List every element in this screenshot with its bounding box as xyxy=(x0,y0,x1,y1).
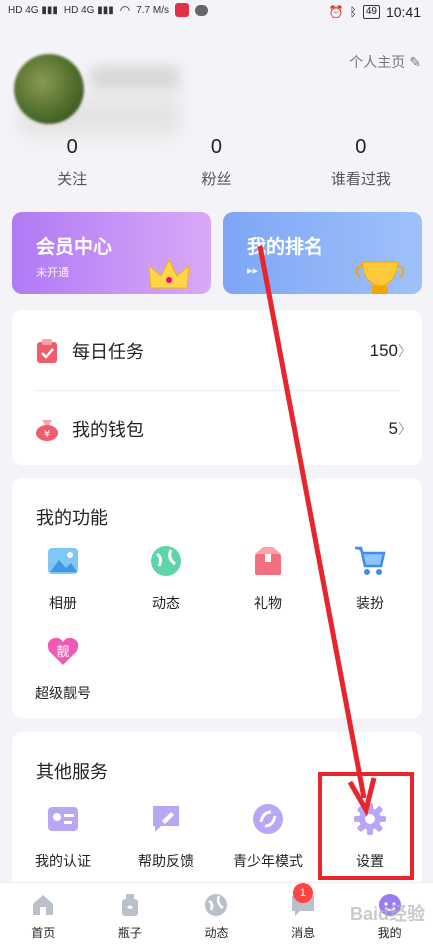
vip-card-subtitle: 未开通 xyxy=(36,267,69,279)
features-panel: 我的功能 相册 动态 礼物 装扮 靓 超级靓号 xyxy=(12,478,422,718)
tab-bottle[interactable]: 瓶子 xyxy=(87,883,174,949)
homepage-link-label: 个人主页 xyxy=(349,54,406,70)
money-bag-icon: ¥ xyxy=(36,420,58,441)
globe-icon xyxy=(205,894,228,916)
profile-header: 个人主页 ✎ xyxy=(0,26,433,136)
clipboard-check-icon xyxy=(37,339,57,363)
globe-icon xyxy=(151,546,181,576)
tab-moments[interactable]: 动态 xyxy=(173,883,260,949)
battery-indicator: 49 xyxy=(362,5,380,19)
daily-tasks-row[interactable]: 每日任务 150 〉 xyxy=(12,312,422,390)
network-speed: 7.7 M/s xyxy=(136,4,169,16)
daily-tasks-label: 每日任务 xyxy=(72,342,144,362)
signal-icon-2: HD 4G ▮▮▮ xyxy=(63,4,114,16)
service-label: 我的认证 xyxy=(35,853,91,869)
chevron-right-icon: 〉 xyxy=(398,343,412,359)
service-label: 帮助反馈 xyxy=(138,853,194,869)
svg-text:¥: ¥ xyxy=(44,429,50,440)
blurred-username xyxy=(90,66,180,90)
feature-gifts[interactable]: 礼物 xyxy=(223,544,313,613)
trophy-icon xyxy=(355,261,405,294)
chevron-right-icon: 〉 xyxy=(398,421,412,437)
tab-messages[interactable]: 1 消息 xyxy=(260,883,347,949)
stat-number: 0 xyxy=(210,136,223,158)
promo-cards: 会员中心 未开通 我的排名 ▸▸ xyxy=(12,212,422,294)
tab-label: 消息 xyxy=(291,926,316,940)
tab-label: 瓶子 xyxy=(117,926,142,940)
service-help-feedback[interactable]: 帮助反馈 xyxy=(121,802,211,871)
stat-label: 谁看过我 xyxy=(330,171,391,188)
edit-icon: ✎ xyxy=(409,53,421,70)
feature-label: 动态 xyxy=(152,595,180,611)
stat-number: 0 xyxy=(355,136,367,158)
alarm-icon: ⏰ xyxy=(328,5,344,19)
service-label: 青少年模式 xyxy=(233,853,303,869)
services-title: 其他服务 xyxy=(36,762,108,782)
unread-badge: 1 xyxy=(292,883,313,903)
feature-dress-up[interactable]: 装扮 xyxy=(325,544,415,613)
status-bar: HD 4G ▮▮▮ HD 4G ▮▮▮ ◠ 7.7 M/s ⏰ ᛒ 49 10:… xyxy=(0,0,433,26)
crown-icon xyxy=(148,258,190,289)
feature-label: 装扮 xyxy=(356,595,384,611)
service-teen-mode[interactable]: 青少年模式 xyxy=(223,802,313,871)
tasks-panel: 每日任务 150 〉 ¥ 我的钱包 5 〉 xyxy=(12,310,422,465)
feature-label: 相册 xyxy=(49,595,77,611)
avatar[interactable] xyxy=(14,54,84,124)
id-card-icon xyxy=(48,807,78,831)
rank-card-title: 我的排名 xyxy=(247,237,324,258)
annotation-highlight-box xyxy=(318,772,414,880)
tab-label: 动态 xyxy=(204,926,229,940)
signal-icon: HD 4G ▮▮▮ xyxy=(8,4,58,16)
feature-moments[interactable]: 动态 xyxy=(121,544,211,613)
stat-visitors[interactable]: 0 谁看过我 xyxy=(289,132,433,189)
wallet-value: 5 xyxy=(388,419,398,438)
svg-text:靓: 靓 xyxy=(56,645,69,660)
vip-center-card[interactable]: 会员中心 未开通 xyxy=(12,212,211,294)
wallet-label: 我的钱包 xyxy=(72,420,144,440)
stat-following[interactable]: 0 关注 xyxy=(0,132,144,189)
feature-label: 礼物 xyxy=(254,595,282,611)
vip-card-title: 会员中心 xyxy=(36,237,113,258)
app-notification-icon xyxy=(175,3,189,17)
home-icon xyxy=(33,895,54,915)
clock: 10:41 xyxy=(385,4,421,20)
homepage-link[interactable]: 个人主页 ✎ xyxy=(349,52,421,72)
tab-label: 我的 xyxy=(377,926,402,940)
stat-label: 关注 xyxy=(57,171,88,188)
stat-label: 粉丝 xyxy=(201,171,232,188)
feature-label: 超级靓号 xyxy=(35,685,91,701)
chat-notification-icon xyxy=(195,4,208,16)
tab-home[interactable]: 首页 xyxy=(0,883,87,949)
bluetooth-icon: ᛒ xyxy=(349,5,357,19)
feature-album[interactable]: 相册 xyxy=(18,544,108,613)
rank-card-dots: ▸▸ xyxy=(247,265,259,277)
watermark-logo: Baid经验 xyxy=(349,904,425,924)
gift-box-icon xyxy=(255,547,281,575)
photo-album-icon xyxy=(48,548,78,574)
bottle-icon xyxy=(121,894,138,916)
features-title: 我的功能 xyxy=(36,508,108,528)
stats-row: 0 关注 0 粉丝 0 谁看过我 xyxy=(0,132,433,189)
tab-label: 首页 xyxy=(31,926,56,940)
my-ranking-card[interactable]: 我的排名 ▸▸ xyxy=(223,212,422,294)
feature-super-number[interactable]: 靓 超级靓号 xyxy=(18,634,108,703)
teen-mode-icon xyxy=(253,804,283,834)
stat-number: 0 xyxy=(66,136,78,158)
pretty-number-icon: 靓 xyxy=(47,637,79,665)
wifi-icon: ◠ xyxy=(119,3,131,17)
shopping-cart-icon xyxy=(355,546,386,575)
daily-tasks-value: 150 xyxy=(369,341,398,360)
wallet-row[interactable]: ¥ 我的钱包 5 〉 xyxy=(12,390,422,468)
service-verification[interactable]: 我的认证 xyxy=(18,802,108,871)
stat-fans[interactable]: 0 粉丝 xyxy=(144,132,288,189)
feedback-pen-icon xyxy=(153,806,179,832)
